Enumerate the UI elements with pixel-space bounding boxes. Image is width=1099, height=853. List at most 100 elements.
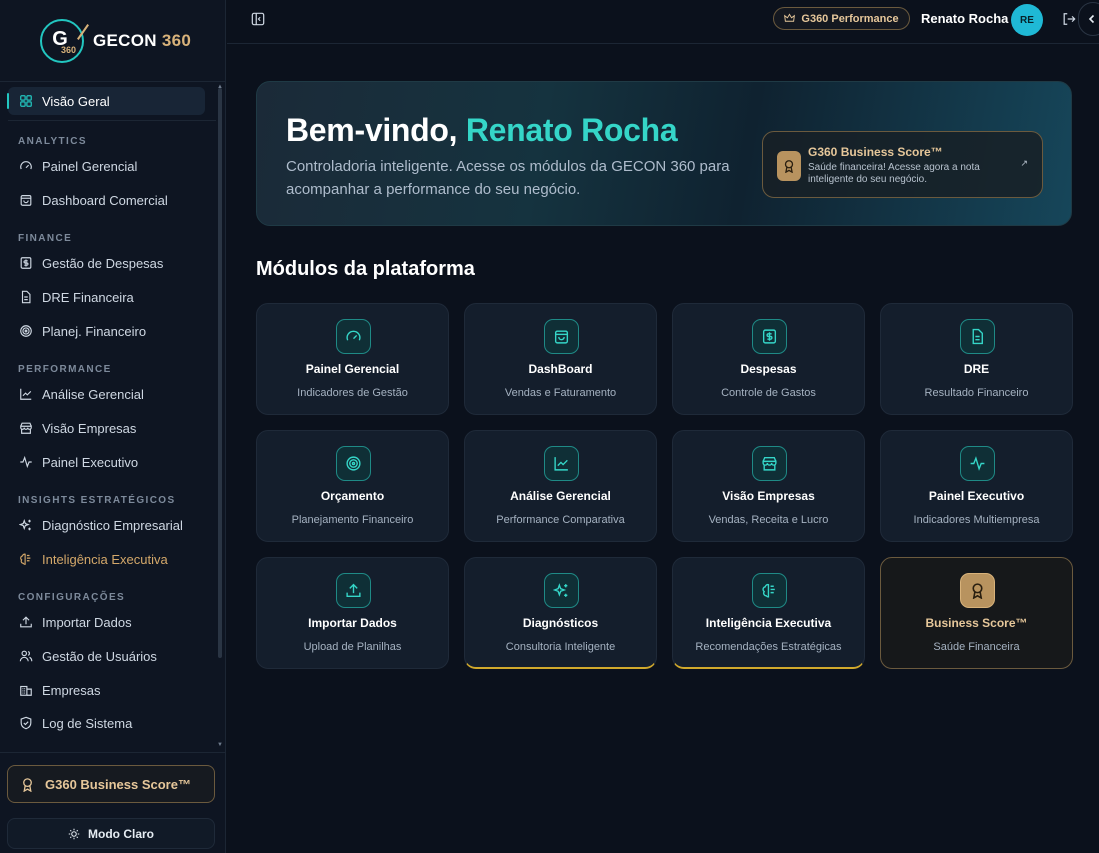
- sparkles-icon: [19, 518, 31, 531]
- module-subtitle: Consultoria Inteligente: [505, 641, 616, 653]
- sidebar-item-label: Empresas: [42, 682, 101, 698]
- avatar[interactable]: RE: [1011, 4, 1043, 36]
- sidebar-item-label: Importar Dados: [42, 614, 132, 630]
- business-score-label: G360 Business Score™: [45, 776, 191, 792]
- module-title: Painel Gerencial: [305, 362, 400, 376]
- pulse-icon: [960, 446, 995, 481]
- welcome-description: Controladoria inteligente. Acesse os mód…: [286, 158, 730, 198]
- brand-name-part2: 360: [156, 30, 192, 50]
- upload-icon: [336, 573, 371, 608]
- module-title: DRE: [963, 362, 990, 376]
- logout-icon[interactable]: [1062, 12, 1076, 26]
- bag-icon: [544, 319, 579, 354]
- business-score-card-title: G360 Business Score™: [808, 145, 943, 159]
- module-card-painel-executivo[interactable]: Painel Executivo Indicadores Multiempres…: [880, 430, 1073, 542]
- sidebar-item-analise-gerencial[interactable]: Análise Gerencial: [8, 380, 205, 408]
- section-finance: FINANCE: [18, 233, 73, 244]
- chevron-left-icon: [1088, 14, 1095, 24]
- module-card-business-score[interactable]: Business Score™ Saúde Financeira: [880, 557, 1073, 669]
- upload-icon: [20, 616, 32, 628]
- sidebar-item-gestao-usuarios[interactable]: Gestão de Usuários: [8, 642, 205, 670]
- brain-icon: [20, 553, 31, 565]
- sidebar-item-planej-financeiro[interactable]: Planej. Financeiro: [8, 317, 205, 345]
- logo-mark-icon: G 360: [40, 18, 89, 63]
- sidebar-item-label: Visão Empresas: [42, 420, 137, 436]
- user-name: Renato Rocha: [921, 11, 1009, 26]
- sidebar-item-gestao-despesas[interactable]: Gestão de Despesas: [8, 249, 205, 277]
- module-subtitle: Planejamento Financeiro: [291, 514, 414, 526]
- sidebar-item-log-sistema[interactable]: Log de Sistema: [8, 709, 205, 737]
- module-card-analise-gerencial[interactable]: Análise Gerencial Performance Comparativ…: [464, 430, 657, 542]
- grid-icon: [20, 95, 32, 107]
- sidebar-item-painel-gerencial[interactable]: Painel Gerencial: [8, 152, 205, 180]
- section-analytics: ANALYTICS: [18, 136, 87, 147]
- sidebar-item-label: Inteligência Executiva: [42, 551, 168, 567]
- sidebar-item-dashboard-comercial[interactable]: Dashboard Comercial: [8, 186, 205, 214]
- sidebar-item-importar-dados[interactable]: Importar Dados: [8, 608, 205, 636]
- sidebar-item-label: Planej. Financeiro: [42, 323, 147, 339]
- external-arrow-icon: ↗: [1020, 158, 1028, 168]
- topbar: G360 Performance Renato Rocha RE: [227, 0, 1099, 44]
- sidebar-item-label: Gestão de Despesas: [42, 255, 164, 271]
- users-icon: [19, 650, 33, 662]
- brand-name-part1: GECON: [93, 30, 157, 50]
- sidebar-item-label: Dashboard Comercial: [42, 192, 168, 208]
- light-mode-button[interactable]: Modo Claro: [7, 818, 215, 849]
- module-title: Visão Empresas: [722, 489, 815, 503]
- sidebar-toggle-icon[interactable]: [251, 12, 265, 26]
- module-card-painel-gerencial[interactable]: Painel Gerencial Indicadores de Gestão: [256, 303, 449, 415]
- dollar-icon: [752, 319, 787, 354]
- module-card-inteligencia-executiva[interactable]: Inteligência Executiva Recomendações Est…: [672, 557, 865, 669]
- welcome-banner: Bem-vindo, Renato Rocha Controladoria in…: [256, 81, 1072, 226]
- module-title: Despesas: [740, 362, 797, 376]
- module-title: Painel Executivo: [928, 489, 1025, 503]
- sidebar-item-inteligencia-executiva[interactable]: Inteligência Executiva: [8, 545, 205, 573]
- module-subtitle: Vendas e Faturamento: [504, 387, 617, 399]
- pulse-icon: [20, 455, 32, 469]
- module-subtitle: Indicadores de Gestão: [297, 387, 408, 399]
- module-card-diagnosticos[interactable]: Diagnósticos Consultoria Inteligente: [464, 557, 657, 669]
- performance-badge[interactable]: G360 Performance: [773, 7, 910, 30]
- award-icon: [23, 777, 32, 792]
- mode-label: Modo Claro: [88, 826, 154, 841]
- module-card-visao-empresas[interactable]: Visão Empresas Vendas, Receita e Lucro: [672, 430, 865, 542]
- section-config: CONFIGURAÇÕES: [18, 592, 126, 603]
- sidebar-item-dre-financeira[interactable]: DRE Financeira: [8, 283, 205, 311]
- section-insights: INSIGHTS ESTRATÉGICOS: [18, 495, 176, 506]
- scroll-down-icon[interactable]: ▼: [217, 742, 223, 748]
- module-card-dre[interactable]: DRE Resultado Financeiro: [880, 303, 1073, 415]
- award-icon: [960, 573, 995, 608]
- sidebar-item-painel-executivo[interactable]: Painel Executivo: [8, 448, 205, 476]
- sidebar: G 360 GECON 360 Visão Geral ANALYTICS Pa…: [0, 0, 226, 853]
- sidebar-item-label: Análise Gerencial: [42, 386, 144, 402]
- module-card-despesas[interactable]: Despesas Controle de Gastos: [672, 303, 865, 415]
- crown-icon: [784, 13, 796, 22]
- document-icon: [960, 319, 995, 354]
- sidebar-item-diagnostico-empresarial[interactable]: Diagnóstico Empresarial: [8, 511, 205, 539]
- module-subtitle: Recomendações Estratégicas: [695, 641, 842, 653]
- app-root: G 360 GECON 360 Visão Geral ANALYTICS Pa…: [0, 0, 1099, 853]
- sidebar-item-visao-geral[interactable]: Visão Geral: [7, 87, 205, 115]
- collapse-panel-button[interactable]: [1078, 2, 1099, 36]
- module-card-orcamento[interactable]: Orçamento Planejamento Financeiro: [256, 430, 449, 542]
- sidebar-item-label: Diagnóstico Empresarial: [42, 517, 183, 533]
- sidebar-item-label: Gestão de Usuários: [42, 648, 157, 664]
- sidebar-item-empresas[interactable]: Empresas: [8, 676, 205, 704]
- store-icon: [20, 422, 32, 434]
- sidebar-scrollbar[interactable]: [218, 88, 222, 658]
- module-title: Business Score™: [925, 616, 1028, 630]
- module-title: Inteligência Executiva: [705, 616, 832, 630]
- brand-logo[interactable]: G 360 GECON 360: [0, 0, 226, 82]
- dollar-icon: [20, 257, 32, 269]
- business-score-button[interactable]: G360 Business Score™: [7, 765, 215, 803]
- sun-icon: [68, 828, 80, 839]
- module-card-importar-dados[interactable]: Importar Dados Upload de Planilhas: [256, 557, 449, 669]
- sidebar-item-visao-empresas[interactable]: Visão Empresas: [8, 414, 205, 442]
- business-score-card[interactable]: G360 Business Score™ Saúde financeira! A…: [762, 131, 1043, 198]
- logo-number: 360: [60, 44, 76, 55]
- chart-line-icon: [20, 388, 32, 400]
- award-icon: [777, 151, 801, 181]
- sidebar-item-label: DRE Financeira: [42, 289, 134, 305]
- module-card-dashboard[interactable]: DashBoard Vendas e Faturamento: [464, 303, 657, 415]
- bag-icon: [20, 195, 32, 206]
